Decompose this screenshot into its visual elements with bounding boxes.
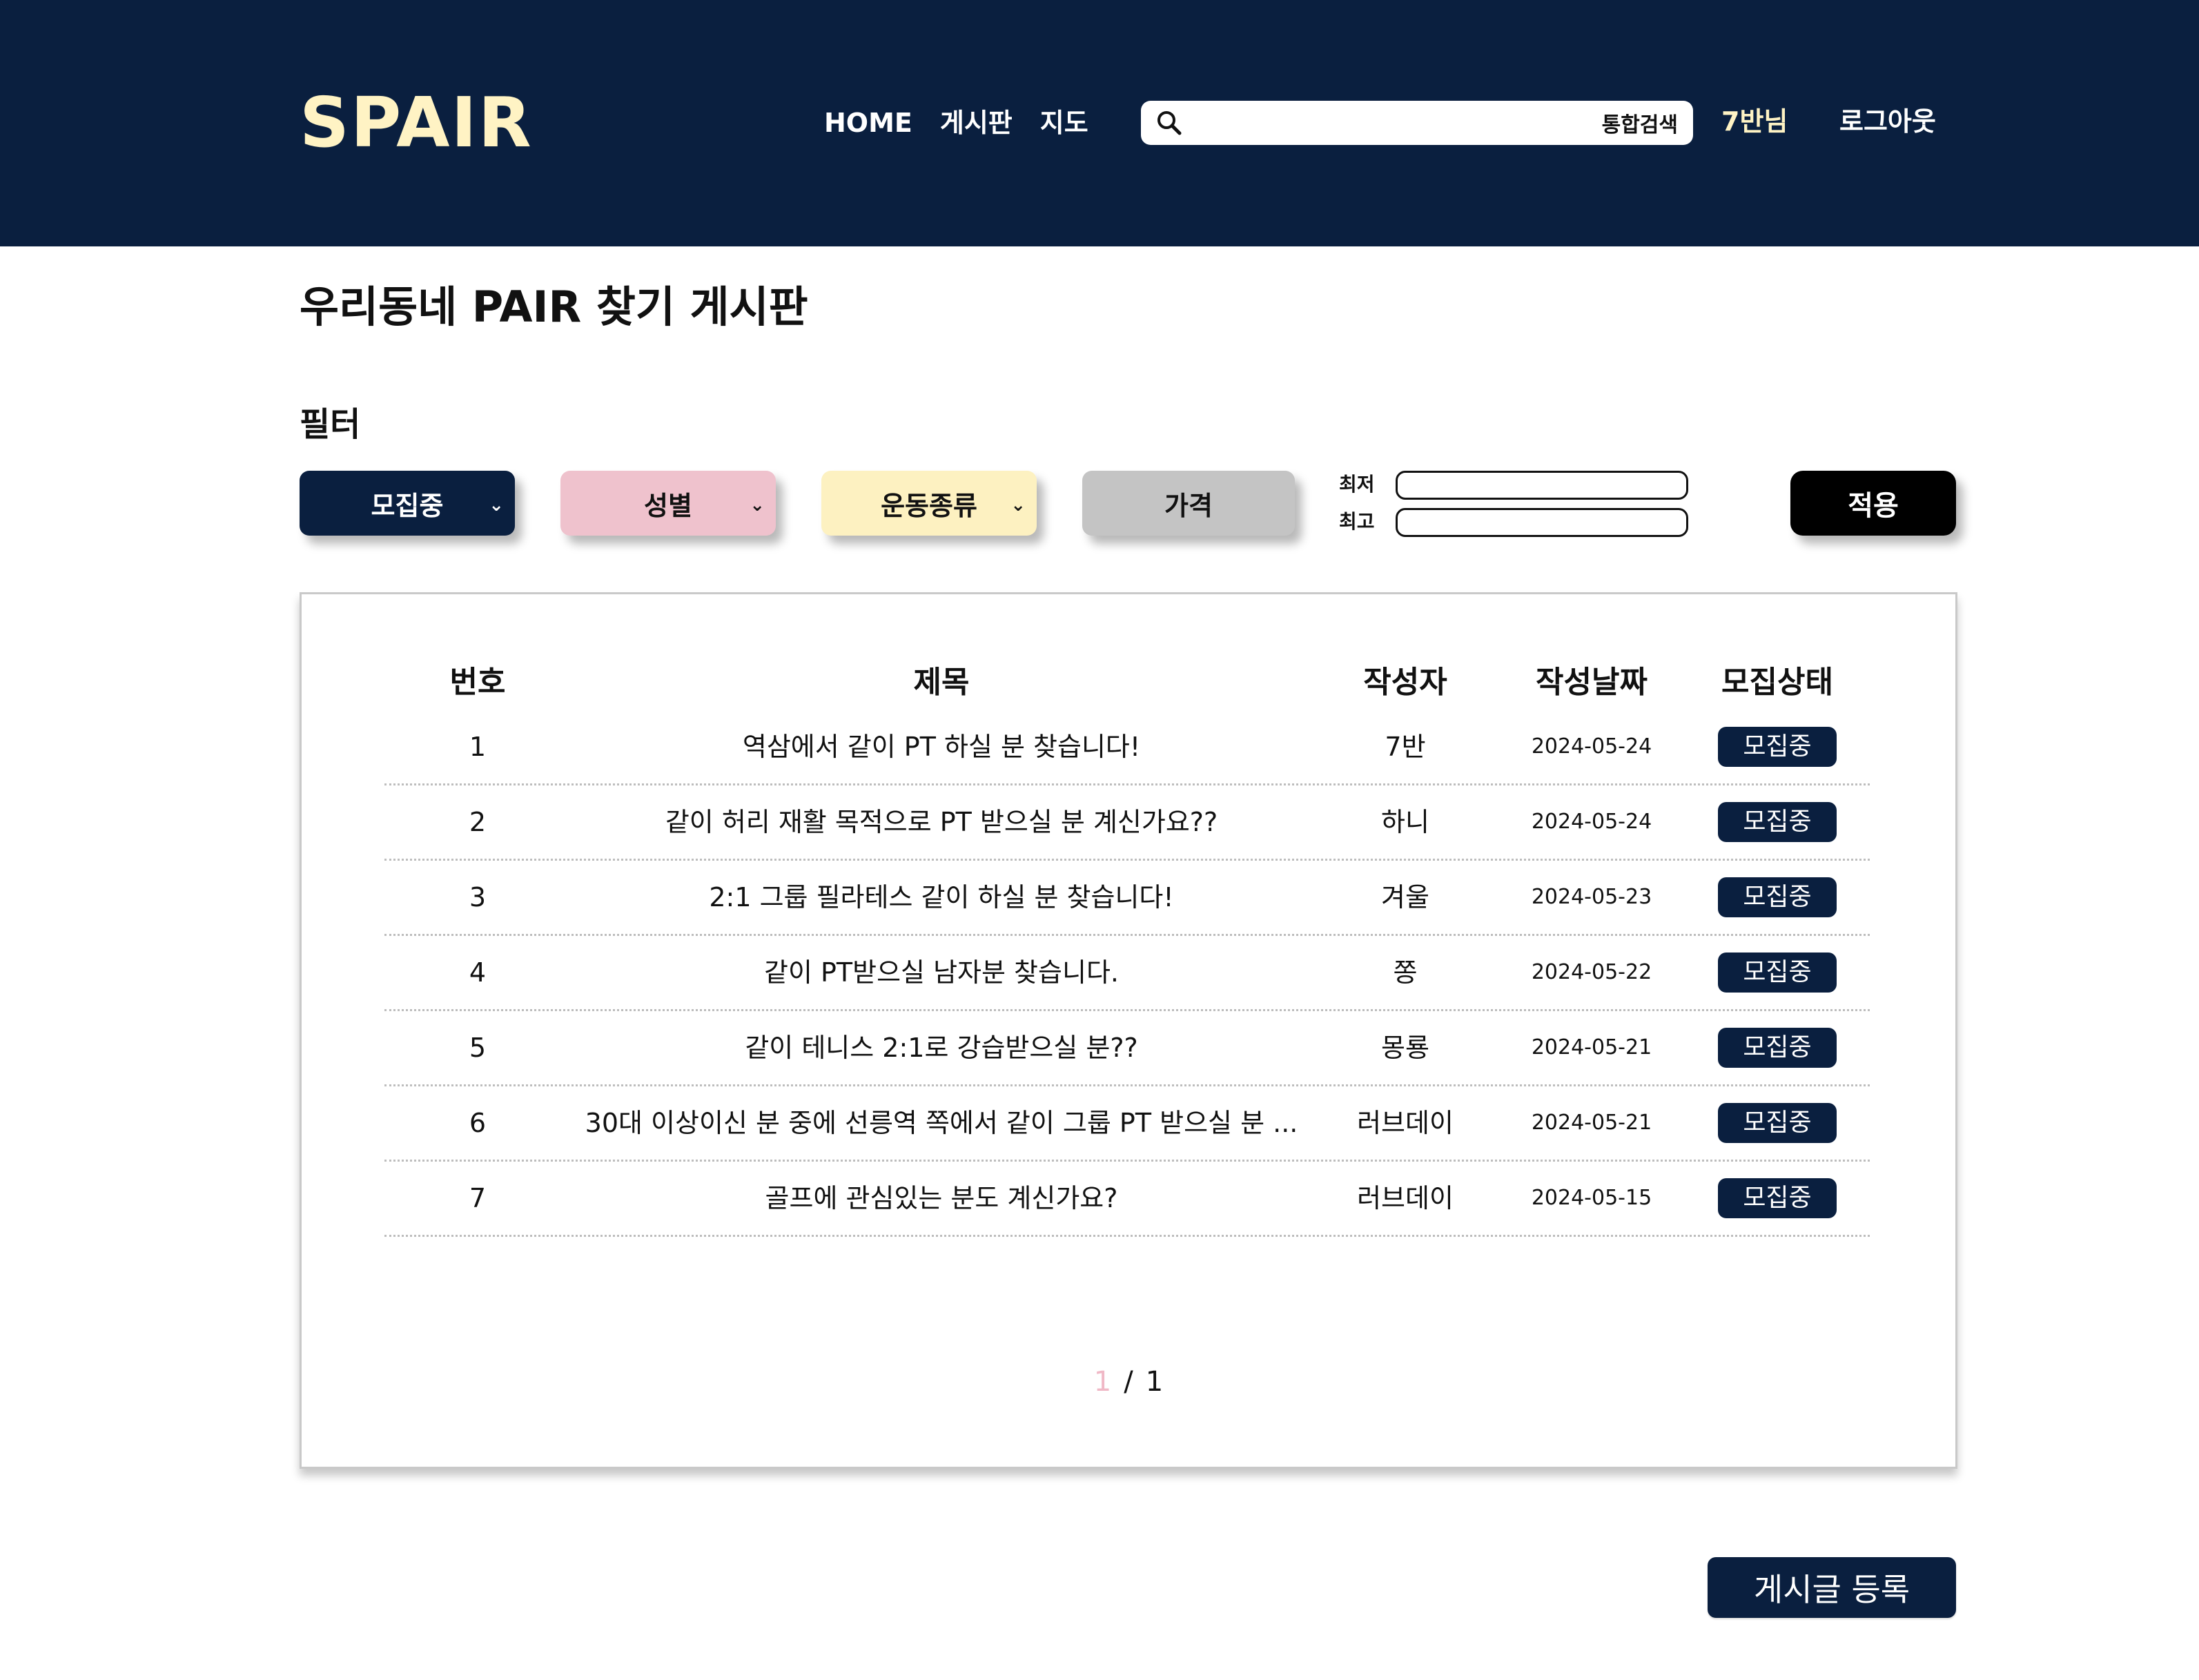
nav-map[interactable]: 지도: [1040, 104, 1088, 142]
chevron-down-icon: ⌄: [750, 495, 765, 516]
nav-board[interactable]: 게시판: [940, 104, 1013, 142]
max-price-input[interactable]: [1396, 508, 1688, 537]
table-row[interactable]: 1 역삼에서 같이 PT 하실 분 찾습니다! 7반 2024-05-24 모집…: [384, 710, 1870, 785]
min-price-label: 최저: [1339, 473, 1375, 496]
apply-filter-button[interactable]: 적용: [1790, 471, 1956, 536]
status-filter-label: 모집중: [371, 490, 444, 521]
table-row[interactable]: 5 같이 테니스 2:1로 강습받으실 분?? 몽룡 2024-05-21 모집…: [384, 1011, 1870, 1086]
post-number: 7: [469, 1183, 487, 1213]
header-author: 작성자: [1363, 665, 1447, 700]
filter-label: 필터: [300, 405, 361, 444]
status-cell: 모집중: [1685, 802, 1870, 842]
table-row[interactable]: 7 골프에 관심있는 분도 계신가요? 러브데이 2024-05-15 모집중: [384, 1162, 1870, 1237]
post-author: 몽룡: [1381, 1033, 1429, 1063]
sport-filter-label: 운동종류: [881, 490, 977, 521]
sport-filter-dropdown[interactable]: 운동종류 ⌄: [821, 471, 1037, 536]
status-badge: 모집중: [1718, 727, 1837, 767]
status-cell: 모집중: [1685, 1103, 1870, 1143]
search-bar: 통합검색: [1141, 101, 1693, 145]
status-filter-dropdown[interactable]: 모집중 ⌄: [300, 471, 515, 536]
post-date: 2024-05-22: [1531, 960, 1652, 984]
header-number: 번호: [449, 665, 506, 700]
post-author: 쫑: [1393, 957, 1418, 988]
post-author: 하니: [1381, 807, 1429, 837]
post-board: 번호 제목 작성자 작성날짜 모집상태 1 역삼에서 같이 PT 하실 분 찾습…: [300, 592, 1957, 1469]
post-number: 5: [469, 1033, 487, 1063]
post-date: 2024-05-23: [1531, 885, 1652, 909]
chevron-down-icon: ⌄: [489, 495, 504, 516]
user-name-link[interactable]: 7반님: [1721, 102, 1788, 141]
post-author: 러브데이: [1357, 1183, 1454, 1213]
status-cell: 모집중: [1685, 1028, 1870, 1068]
post-number: 1: [469, 732, 487, 762]
table-row[interactable]: 2 같이 허리 재활 목적으로 PT 받으실 분 계신가요?? 하니 2024-…: [384, 785, 1870, 861]
chevron-down-icon: ⌄: [1010, 495, 1026, 516]
status-badge: 모집중: [1718, 877, 1837, 917]
table-row[interactable]: 6 30대 이상이신 분 중에 선릉역 쪽에서 같이 그룹 PT 받으실 분 .…: [384, 1086, 1870, 1162]
gender-filter-dropdown[interactable]: 성별 ⌄: [560, 471, 776, 536]
post-date: 2024-05-21: [1531, 1035, 1652, 1059]
table-row[interactable]: 3 2:1 그룹 필라테스 같이 하실 분 찾습니다! 겨울 2024-05-2…: [384, 861, 1870, 936]
status-badge: 모집중: [1718, 1028, 1837, 1068]
post-title[interactable]: 같이 허리 재활 목적으로 PT 받으실 분 계신가요??: [571, 805, 1312, 839]
post-number: 3: [469, 882, 487, 912]
post-date: 2024-05-24: [1531, 734, 1652, 759]
post-author: 겨울: [1381, 882, 1429, 912]
min-price-input[interactable]: [1396, 471, 1688, 500]
total-pages: 1: [1145, 1366, 1164, 1398]
logout-link[interactable]: 로그아웃: [1839, 102, 1936, 141]
post-date: 2024-05-15: [1531, 1186, 1652, 1210]
main-nav: HOME 게시판 지도: [824, 104, 1088, 142]
header-title: 제목: [913, 665, 970, 700]
search-icon[interactable]: [1156, 110, 1182, 136]
post-title[interactable]: 골프에 관심있는 분도 계신가요?: [571, 1181, 1312, 1215]
post-title[interactable]: 30대 이상이신 분 중에 선릉역 쪽에서 같이 그룹 PT 받으실 분 ...: [571, 1106, 1312, 1140]
header-date: 작성날짜: [1536, 665, 1648, 700]
register-post-button[interactable]: 게시글 등록: [1708, 1557, 1956, 1618]
pagination: 1 / 1: [302, 1365, 1955, 1399]
post-date: 2024-05-24: [1531, 810, 1652, 834]
post-number: 6: [469, 1108, 487, 1138]
status-badge: 모집중: [1718, 1103, 1837, 1143]
price-filter-button[interactable]: 가격: [1082, 471, 1295, 536]
post-title[interactable]: 역삼에서 같이 PT 하실 분 찾습니다!: [571, 730, 1312, 764]
post-date: 2024-05-21: [1531, 1111, 1652, 1135]
status-badge: 모집중: [1718, 953, 1837, 993]
table-body: 1 역삼에서 같이 PT 하실 분 찾습니다! 7반 2024-05-24 모집…: [384, 710, 1870, 1237]
table-row[interactable]: 4 같이 PT받으실 남자분 찾습니다. 쫑 2024-05-22 모집중: [384, 936, 1870, 1011]
page-separator: /: [1124, 1366, 1133, 1398]
status-badge: 모집중: [1718, 802, 1837, 842]
top-header: SPAIR HOME 게시판 지도 통합검색 7반님 로그아웃: [0, 0, 2199, 246]
post-title[interactable]: 같이 테니스 2:1로 강습받으실 분??: [571, 1031, 1312, 1065]
logo[interactable]: SPAIR: [300, 81, 533, 164]
price-filter-label: 가격: [1164, 490, 1213, 521]
post-author: 7반: [1385, 732, 1426, 762]
table-header: 번호 제목 작성자 작성날짜 모집상태: [384, 655, 1870, 710]
post-number: 4: [469, 957, 487, 988]
status-cell: 모집중: [1685, 953, 1870, 993]
max-price-label: 최고: [1339, 510, 1375, 533]
status-cell: 모집중: [1685, 1178, 1870, 1218]
search-button[interactable]: 통합검색: [1602, 108, 1678, 138]
status-cell: 모집중: [1685, 727, 1870, 767]
status-badge: 모집중: [1718, 1178, 1837, 1218]
nav-home[interactable]: HOME: [824, 104, 912, 142]
gender-filter-label: 성별: [644, 490, 692, 521]
status-cell: 모집중: [1685, 877, 1870, 917]
current-page[interactable]: 1: [1094, 1366, 1111, 1398]
header-status: 모집상태: [1721, 665, 1833, 700]
search-input[interactable]: [1193, 110, 1591, 136]
post-author: 러브데이: [1357, 1108, 1454, 1138]
post-title[interactable]: 같이 PT받으실 남자분 찾습니다.: [571, 955, 1312, 990]
post-title[interactable]: 2:1 그룹 필라테스 같이 하실 분 찾습니다!: [571, 880, 1312, 915]
post-number: 2: [469, 807, 487, 837]
page-title: 우리동네 PAIR 찾기 게시판: [300, 282, 808, 332]
